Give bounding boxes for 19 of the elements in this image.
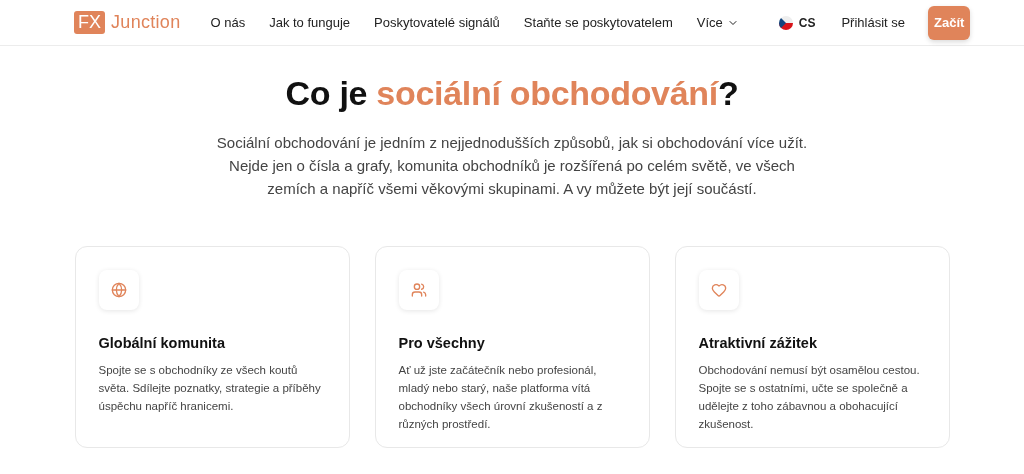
heart-icon — [710, 282, 727, 298]
nav-link[interactable]: Více — [696, 15, 739, 30]
nav-link[interactable]: Jak to funguje — [269, 15, 351, 30]
card-title: Atraktivní zážitek — [698, 335, 818, 351]
card-title: Globální komunita — [98, 335, 226, 351]
section-heading: Co je sociální obchodování? — [285, 74, 739, 113]
nav-link[interactable]: Poskytovatelé signálů — [374, 15, 500, 30]
czech-flag-icon — [778, 15, 793, 30]
card-text: Spojte se s obchodníky ze všech koutů světa. Sdílejte poznatky, strategie a příběhy úspěchu napříč hranicemi. — [98, 363, 322, 414]
nav-link[interactable]: O nás — [210, 15, 246, 30]
card-text: Ať už jste začátečník nebo profesionál, mladý nebo starý, naše platforma vítá obchodníky všech úrovní zkušeností a z různých prostředí. — [398, 363, 604, 432]
card-title: Pro všechny — [398, 335, 486, 351]
intro-paragraph: Sociální obchodování je jedním z nejjednodušších způsobů, jak si obchodování více užít. Nejde jen o čísla a grafy, komunita obchodníků je rozšířená po celém světě, ve všech zemích a napříč všemi věkovými skupinami. A vy můžete být její součástí. — [215, 133, 809, 199]
nav-link[interactable]: Staňte se poskytovatelem — [523, 15, 673, 30]
login-link[interactable]: Přihlásit se — [841, 15, 905, 30]
globe-icon — [110, 282, 127, 298]
card-text: Obchodování nemusí být osamělou cestou. Spojte se s ostatními, učte se společně a udělejte z toho zábavnou a obohacující zkušenost. — [698, 363, 921, 432]
users-icon — [410, 282, 427, 298]
language-selector[interactable]: CS — [778, 15, 816, 30]
